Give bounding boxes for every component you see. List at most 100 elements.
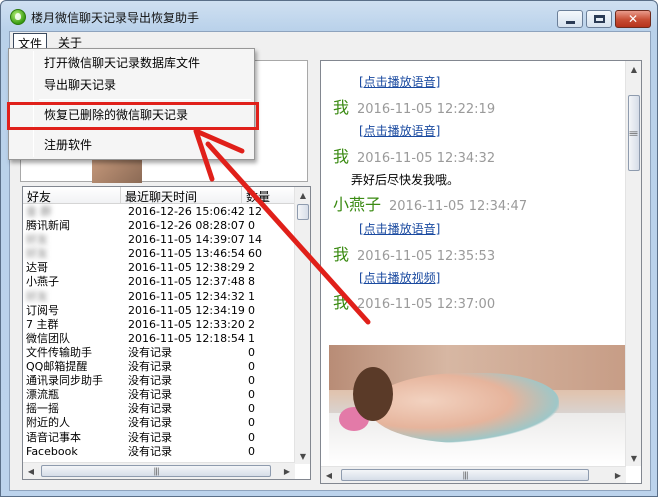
message-sender: 小燕子 [333, 195, 382, 214]
table-row[interactable]: 7 主群 2016-11-05 12:33:20 2 [23, 318, 295, 332]
last-chat-time: 没有记录 [128, 374, 172, 388]
last-chat-time: 2016-11-05 12:33:20 [128, 317, 245, 331]
table-row[interactable]: 腾讯新闻 2016-12-26 08:28:07 0 [23, 219, 295, 233]
title-bar[interactable]: 楼月微信聊天记录导出恢复助手 ✕ [1, 1, 657, 31]
highlight-box [7, 102, 259, 130]
table-row[interactable]: 附近的人 没有记录 0 [23, 416, 295, 430]
menu-item-open-db[interactable]: 打开微信聊天记录数据库文件 [11, 51, 252, 73]
friend-name: 附近的人 [26, 416, 70, 430]
column-header-last-chat-time[interactable]: 最近聊天时间 [121, 187, 242, 204]
column-header-friend[interactable]: 好友 [23, 187, 121, 204]
friend-name: Facebook [26, 444, 78, 458]
menu-separator [39, 99, 251, 100]
table-row[interactable]: 小燕子 2016-11-05 12:37:48 8 [23, 275, 295, 289]
last-chat-time: 2016-11-05 13:46:54 [128, 247, 245, 261]
scrollbar-thumb[interactable]: ||| [41, 465, 271, 477]
play-video-link[interactable]: [点击播放视频] [359, 269, 440, 286]
friend-list-horizontal-scrollbar[interactable]: ◀ ||| ▶ [23, 462, 295, 479]
message-sender: 我 [333, 98, 350, 117]
friend-list-vertical-scrollbar[interactable]: ▲ ▼ [294, 187, 310, 464]
message-timestamp: 2016-11-05 12:34:32 [357, 151, 496, 166]
friend-name: 摇一摇 [26, 402, 59, 416]
last-chat-time: 没有记录 [128, 345, 172, 359]
play-voice-link[interactable]: [点击播放语音] [359, 122, 440, 139]
friend-list[interactable]: 好友 最近聊天时间 数量 金 群 2016-12-26 15:06:42 12 腾讯新… [22, 186, 311, 480]
table-row[interactable]: 好友 2016-11-05 12:34:32 1 [23, 290, 295, 304]
scroll-left-icon[interactable]: ◀ [321, 467, 337, 483]
table-row[interactable]: 文件传输助手 没有记录 0 [23, 346, 295, 360]
chat-view[interactable]: [点击播放语音] 我 2016-11-05 12:22:19 [点击播放语音] 我 201… [320, 60, 642, 484]
last-chat-time: 2016-11-05 12:34:19 [128, 303, 245, 317]
table-row[interactable]: 语音记事本 没有记录 0 [23, 431, 295, 445]
friend-name: QQ邮箱提醒 [26, 360, 88, 374]
scroll-up-icon[interactable]: ▲ [295, 187, 310, 203]
close-button[interactable]: ✕ [615, 10, 651, 28]
message-count: 0 [248, 444, 255, 458]
message-header: 我 2016-11-05 12:37:00 [333, 289, 495, 313]
scroll-down-icon[interactable]: ▼ [626, 450, 641, 466]
chat-horizontal-scrollbar[interactable]: ◀ ||| ▶ [321, 466, 626, 483]
message-count: 0 [248, 416, 255, 430]
table-row[interactable]: QQ邮箱提醒 没有记录 0 [23, 360, 295, 374]
photo-hair [353, 367, 393, 421]
scrollbar-thumb[interactable]: ||| [628, 95, 640, 171]
minimize-icon [565, 20, 575, 24]
chat-vertical-scrollbar[interactable]: ▲ ||| ▼ [625, 61, 641, 466]
friend-name: 语音记事本 [26, 430, 81, 444]
table-row[interactable]: 微信团队 2016-11-05 12:18:54 1 [23, 332, 295, 346]
last-chat-time: 2016-11-05 14:39:07 [128, 233, 245, 247]
message-header: 小燕子 2016-11-05 12:34:47 [333, 191, 527, 215]
minimize-button[interactable] [557, 10, 583, 28]
friend-name: 文件传输助手 [26, 345, 92, 359]
message-text: 弄好后尽快发我哦。 [351, 173, 460, 187]
table-row[interactable]: 通讯录同步助手 没有记录 0 [23, 374, 295, 388]
friend-name: 达哥 [26, 261, 48, 275]
message-count: 0 [248, 430, 255, 444]
photo-person [369, 373, 559, 443]
message-timestamp: 2016-11-05 12:37:00 [357, 297, 496, 312]
play-voice-link[interactable]: [点击播放语音] [359, 220, 440, 237]
message-header: 我 2016-11-05 12:34:32 [333, 143, 495, 167]
column-header-count[interactable]: 数量 [242, 187, 295, 204]
table-row[interactable]: 订阅号 2016-11-05 12:34:19 0 [23, 304, 295, 318]
last-chat-time: 2016-12-26 15:06:42 [128, 205, 245, 218]
message-count: 8 [248, 275, 255, 289]
last-chat-time: 2016-11-05 12:18:54 [128, 331, 245, 345]
scroll-right-icon[interactable]: ▶ [610, 467, 626, 483]
message-sender: 我 [333, 147, 350, 166]
table-row[interactable]: 漂流瓶 没有记录 0 [23, 388, 295, 402]
table-row[interactable]: 金 群 2016-12-26 15:06:42 12 [23, 205, 295, 219]
maximize-icon [593, 15, 605, 23]
friend-name: 好友 [26, 233, 48, 247]
last-chat-time: 没有记录 [128, 388, 172, 402]
scrollbar-thumb[interactable]: ||| [341, 469, 589, 481]
friend-name: 好友 [26, 247, 48, 261]
friend-name: 小燕子 [26, 275, 59, 289]
table-row[interactable]: 好友 2016-11-05 13:46:54 60 [23, 247, 295, 261]
table-row[interactable]: 好友 2016-11-05 14:39:07 14 [23, 233, 295, 247]
message-sender: 我 [333, 245, 350, 264]
close-icon: ✕ [627, 12, 639, 26]
list-header: 好友 最近聊天时间 数量 [23, 187, 295, 204]
chat-image[interactable] [329, 345, 625, 465]
last-chat-time: 没有记录 [128, 430, 172, 444]
message-timestamp: 2016-11-05 12:22:19 [357, 102, 496, 117]
scroll-left-icon[interactable]: ◀ [23, 463, 39, 479]
message-count: 12 [248, 205, 262, 218]
table-row[interactable]: Facebook 没有记录 0 [23, 445, 295, 459]
menu-item-export[interactable]: 导出聊天记录 [11, 73, 252, 95]
table-row[interactable]: 达哥 2016-11-05 12:38:29 2 [23, 261, 295, 275]
last-chat-time: 2016-11-05 12:34:32 [128, 289, 245, 303]
last-chat-time: 没有记录 [128, 360, 172, 374]
scroll-right-icon[interactable]: ▶ [279, 463, 295, 479]
table-row[interactable]: 摇一摇 没有记录 0 [23, 402, 295, 416]
message-count: 2 [248, 261, 255, 275]
maximize-button[interactable] [586, 10, 612, 28]
play-voice-link[interactable]: [点击播放语音] [359, 73, 440, 90]
scroll-up-icon[interactable]: ▲ [626, 61, 641, 77]
message-count: 0 [248, 345, 255, 359]
menu-item-register[interactable]: 注册软件 [11, 133, 252, 155]
scrollbar-thumb[interactable] [297, 204, 309, 220]
friend-name: 腾讯新闻 [26, 219, 70, 233]
scroll-down-icon[interactable]: ▼ [295, 448, 310, 464]
